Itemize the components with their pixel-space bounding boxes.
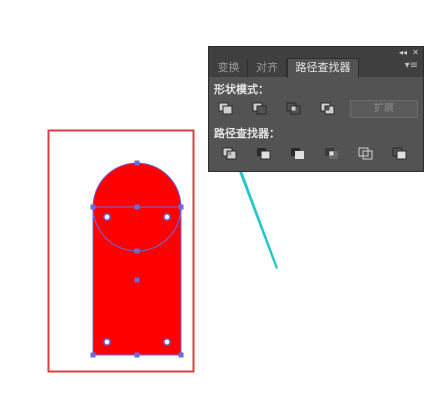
pathfinders-label: 路径查找器： [214,127,280,140]
minus-front-icon [252,102,267,115]
anchor-point [134,248,140,254]
exclude-icon [320,102,335,115]
unite-button[interactable] [216,100,236,118]
outline-button[interactable] [356,145,376,163]
anchor-point [134,277,140,283]
anchor-point [178,352,184,358]
panel-tabs: 变换 对齐 路径查找器 ▾≡ [209,58,423,78]
exclude-button[interactable] [318,100,338,118]
corner-widget [163,213,171,221]
corner-widget [103,213,111,221]
shape-modes-label: 形状模式： [214,83,269,96]
anchor-point [178,204,184,210]
tab-transform[interactable]: 变换 [210,59,248,77]
intersect-icon [286,102,301,115]
merge-button[interactable] [288,145,308,163]
corner-widget [103,338,111,346]
trim-button[interactable] [254,145,274,163]
red-shape[interactable] [93,163,181,355]
crop-button[interactable] [322,145,342,163]
pathfinder-panel: ◂◂ ✕ 变换 对齐 路径查找器 ▾≡ 形状模式： 扩展 路径查找器： [208,46,424,172]
intersect-button[interactable] [284,100,304,118]
panel-menu-icon[interactable]: ▾≡ [405,60,418,71]
unite-icon [218,102,233,115]
merge-icon [291,148,304,159]
crop-icon [325,148,338,159]
close-icon[interactable]: ✕ [412,47,419,58]
tab-align[interactable]: 对齐 [248,59,287,77]
collapse-icon[interactable]: ◂◂ [399,47,407,58]
anchor-point [134,352,140,358]
minus-front-button[interactable] [250,100,270,118]
anchor-point [90,204,96,210]
expand-button[interactable]: 扩展 [350,100,418,118]
divide-icon [222,147,237,160]
anchor-point [134,204,140,210]
corner-widget [163,338,171,346]
minus-back-icon [392,147,407,160]
outline-icon [358,147,373,160]
minus-back-button[interactable] [390,145,410,163]
anchor-point [134,160,140,166]
tab-pathfinder[interactable]: 路径查找器 [287,58,359,78]
panel-titlebar[interactable]: ◂◂ ✕ [209,47,423,58]
trim-icon [257,148,271,160]
anchor-point [90,352,96,358]
divide-button[interactable] [220,145,240,163]
